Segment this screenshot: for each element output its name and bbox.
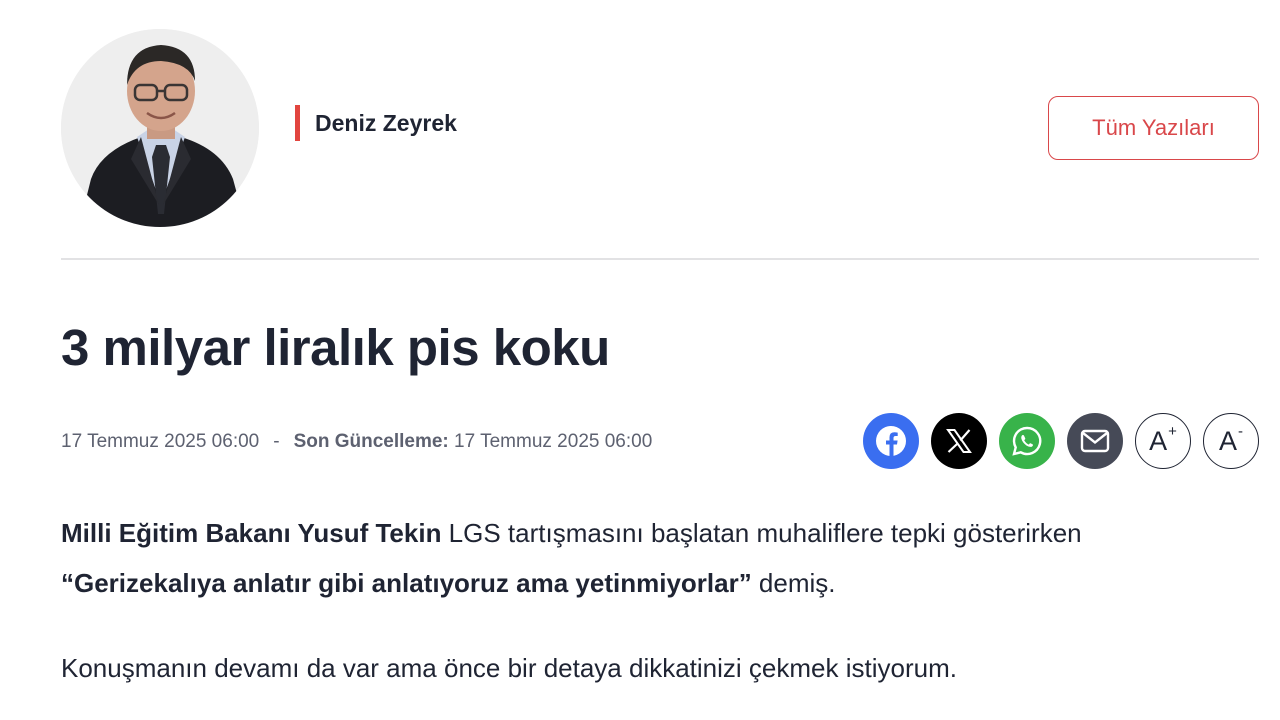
author-name[interactable]: Deniz Zeyrek (315, 110, 457, 137)
mail-icon (1080, 429, 1110, 453)
share-x-button[interactable] (931, 413, 987, 469)
article-meta: 17 Temmuz 2025 06:00- Son Güncelleme: 17 … (61, 428, 652, 456)
published-date: 17 Temmuz 2025 06:00 (61, 431, 260, 452)
author-avatar[interactable] (61, 29, 259, 227)
updated-label: Son Güncelleme: (293, 431, 449, 452)
share-mail-button[interactable] (1067, 413, 1123, 469)
author-header: Deniz Zeyrek Tüm Yazıları (61, 29, 1259, 229)
updated-date: 17 Temmuz 2025 06:00 (454, 431, 653, 452)
author-name-block: Deniz Zeyrek (295, 105, 457, 141)
paragraph-1: Milli Eğitim Bakanı Yusuf Tekin LGS tart… (61, 508, 1251, 608)
share-bar: A + A- (863, 413, 1259, 471)
article-title: 3 milyar liralık pis koku (61, 319, 610, 376)
share-facebook-button[interactable] (863, 413, 919, 469)
minus-icon: - (1238, 422, 1243, 440)
paragraph-2: Konuşmanın devamı da var ama önce bir de… (61, 653, 957, 683)
article-body: Milli Eğitim Bakanı Yusuf Tekin LGS tart… (61, 508, 1251, 693)
article-page: Deniz Zeyrek Tüm Yazıları 3 milyar liral… (0, 0, 1280, 720)
accent-bar (295, 105, 300, 141)
bold-quote: “Gerizekalıya anlatır gibi anlatıyoruz a… (61, 568, 752, 598)
plus-icon: + (1168, 422, 1177, 440)
font-increase-letter: A (1149, 425, 1168, 456)
font-increase-button[interactable]: A + (1135, 413, 1191, 469)
meta-separator: - (273, 431, 280, 452)
bold-name: Milli Eğitim Bakanı Yusuf Tekin (61, 518, 442, 548)
paragraph-1-end: demiş. (751, 568, 836, 598)
whatsapp-icon (1012, 426, 1042, 456)
paragraph-1-text: LGS tartışmasını başlatan muhaliflere te… (441, 518, 1082, 548)
font-decrease-letter: A (1218, 425, 1237, 456)
share-whatsapp-button[interactable] (999, 413, 1055, 469)
all-posts-button[interactable]: Tüm Yazıları (1048, 96, 1259, 160)
author-photo (61, 29, 259, 227)
x-icon (946, 429, 972, 453)
facebook-icon (876, 426, 906, 456)
font-decrease-button[interactable]: A- (1203, 413, 1259, 469)
divider (61, 258, 1259, 260)
